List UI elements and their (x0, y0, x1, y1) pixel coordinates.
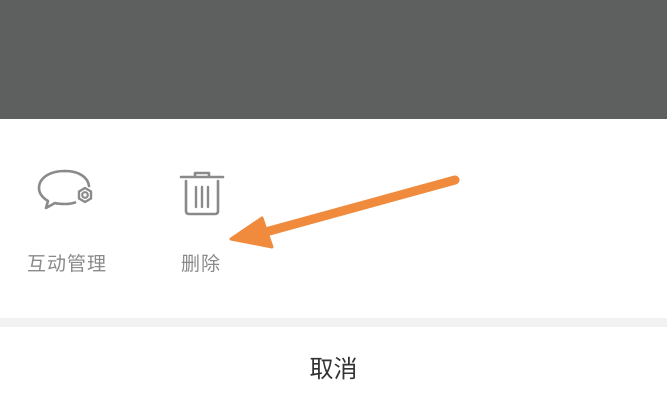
sheet-divider (0, 318, 667, 327)
interact-manage-button[interactable]: 互动管理 (17, 167, 117, 287)
interact-manage-label: 互动管理 (26, 253, 107, 275)
chat-bubble-gear-icon (37, 169, 93, 210)
delete-label: 删除 (180, 253, 221, 275)
screen: 互动管理 删除 取消 (0, 0, 667, 400)
dim-overlay[interactable] (0, 0, 667, 119)
trash-can-icon (179, 171, 225, 216)
action-sheet: 互动管理 删除 取消 (0, 119, 667, 400)
delete-button[interactable]: 删除 (151, 167, 251, 287)
cancel-button[interactable]: 取消 (0, 327, 667, 400)
action-row: 互动管理 删除 (0, 119, 667, 318)
